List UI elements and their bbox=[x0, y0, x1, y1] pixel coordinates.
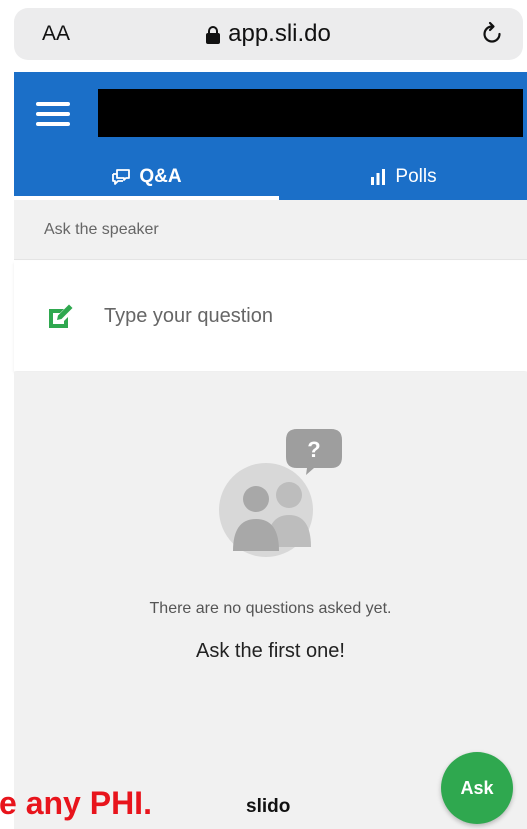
people-question-icon: ? bbox=[219, 429, 342, 557]
phi-warning-text: e any PHI. bbox=[0, 785, 152, 821]
svg-text:?: ? bbox=[307, 437, 320, 462]
empty-state-message: There are no questions asked yet. bbox=[149, 600, 392, 617]
tab-qa-label: Q&A bbox=[139, 166, 182, 187]
slido-page: AA app.sli.do Q&A Polls Ask the speaker … bbox=[0, 0, 527, 829]
tab-qa[interactable]: Q&A bbox=[14, 154, 279, 200]
app-header: Q&A Polls bbox=[14, 72, 527, 200]
ask-fab-button[interactable]: Ask bbox=[441, 752, 513, 824]
question-composer[interactable] bbox=[14, 261, 527, 371]
question-input[interactable] bbox=[104, 304, 484, 328]
text-size-button[interactable]: AA bbox=[42, 22, 70, 46]
comments-icon bbox=[112, 169, 131, 185]
menu-icon[interactable] bbox=[36, 102, 70, 128]
edit-icon bbox=[49, 304, 73, 328]
slido-brand: slido bbox=[246, 796, 291, 817]
event-title-redacted bbox=[98, 89, 523, 137]
questions-empty-state: ? There are no questions asked yet. Ask … bbox=[14, 372, 527, 829]
tab-polls[interactable]: Polls bbox=[279, 154, 527, 200]
url-display[interactable]: app.sli.do bbox=[206, 20, 331, 48]
lock-icon bbox=[206, 26, 221, 44]
tab-polls-label: Polls bbox=[395, 166, 437, 187]
empty-state-cta: Ask the first one! bbox=[196, 640, 345, 662]
bar-chart-icon bbox=[371, 169, 386, 185]
ask-section-label: Ask the speaker bbox=[14, 200, 527, 260]
browser-address-bar[interactable]: AA app.sli.do bbox=[14, 8, 523, 60]
reload-icon[interactable] bbox=[479, 21, 505, 47]
ask-section-label-text: Ask the speaker bbox=[44, 220, 159, 238]
url-text: app.sli.do bbox=[228, 20, 331, 47]
